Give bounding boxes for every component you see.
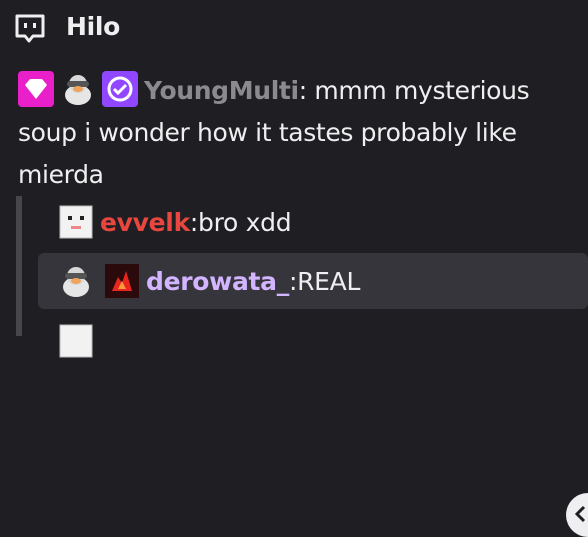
prime-gaming-badge-icon[interactable] xyxy=(18,71,54,107)
reply-message-partial[interactable] xyxy=(38,313,588,369)
arrow-left-icon xyxy=(574,505,586,523)
reply-arrow-button[interactable] xyxy=(566,493,588,537)
verified-badge-icon[interactable] xyxy=(102,71,138,107)
reply-message[interactable]: evvelk: bro xdd xyxy=(38,194,588,250)
duck-badge-icon xyxy=(58,263,94,299)
username-youngmulti[interactable]: YoungMulti xyxy=(144,76,299,105)
message-separator: : xyxy=(298,76,307,105)
fire-emote-badge-icon xyxy=(104,263,140,299)
reply-text: bro xdd xyxy=(198,207,292,237)
duck-badge-icon[interactable] xyxy=(60,71,96,107)
thread-reply-bar xyxy=(16,196,22,336)
pixel-face-avatar-icon xyxy=(58,323,94,359)
reply-text: REAL xyxy=(297,266,361,296)
reply-separator: : xyxy=(189,207,199,237)
thread-header: Hilo xyxy=(0,0,588,56)
main-chat-message[interactable]: YoungMulti: mmm mysterious soup i wonder… xyxy=(18,70,568,196)
reply-separator: : xyxy=(288,266,298,296)
username-evvelk[interactable]: evvelk xyxy=(100,208,190,237)
reply-message-highlighted[interactable]: derowata_: REAL xyxy=(38,253,588,537)
chat-thread-icon xyxy=(14,13,46,45)
username-derowata[interactable]: derowata_ xyxy=(146,267,289,296)
pixel-face-avatar-icon xyxy=(58,204,94,240)
thread-title: Hilo xyxy=(66,12,121,41)
